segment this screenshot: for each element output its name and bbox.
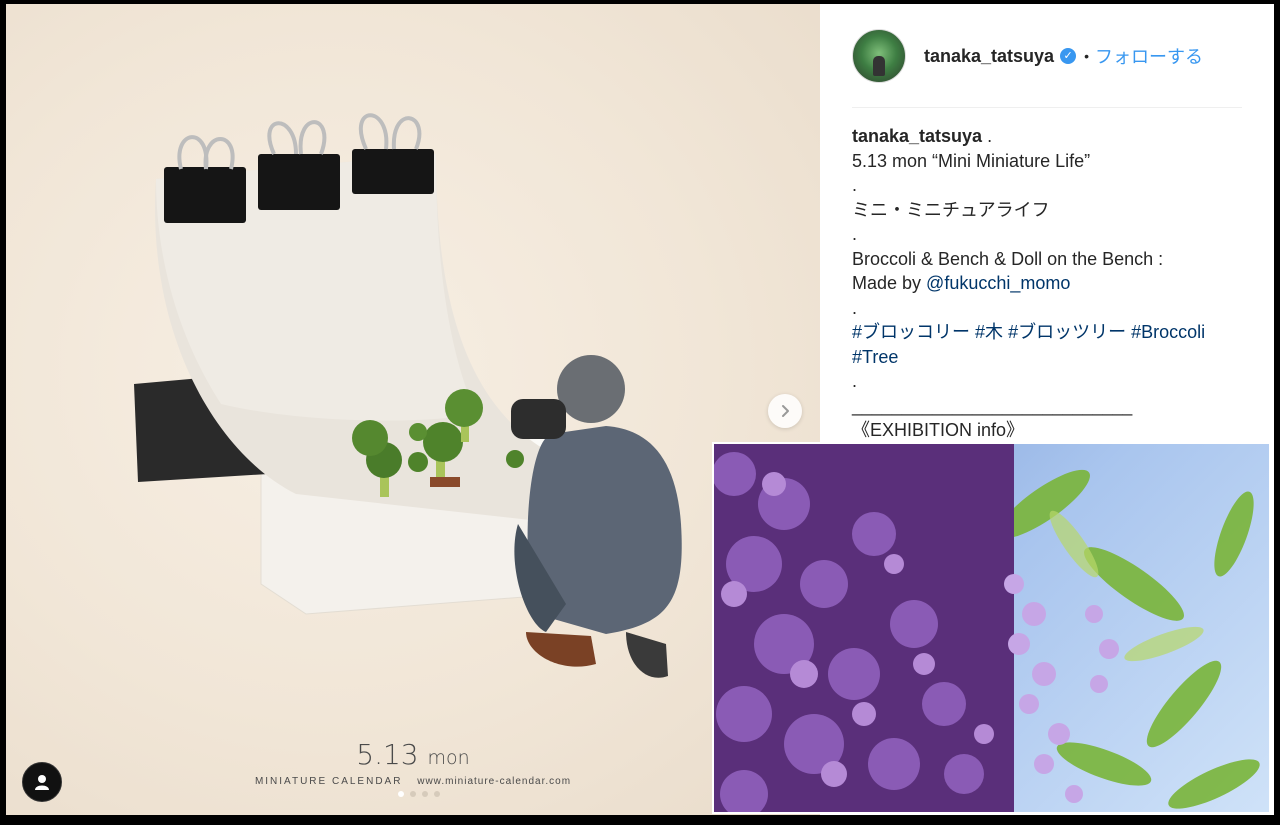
caption-line: 5.13 mon “Mini Miniature Life”: [852, 150, 1091, 171]
caption-line: .: [852, 297, 858, 318]
caption-line: .: [852, 371, 858, 391]
caption-rule: ____________________________: [852, 395, 1133, 416]
carousel-dot: [398, 791, 404, 797]
hashtag-link[interactable]: #木: [975, 322, 1003, 342]
header-divider: [852, 107, 1242, 108]
hashtag-link[interactable]: #ブロッコリー: [852, 322, 970, 342]
post-image[interactable]: 5.13 mon MINIATURE CALENDAR www.miniatur…: [6, 4, 820, 815]
profile-button[interactable]: [22, 762, 62, 802]
carousel-dot: [410, 791, 416, 797]
caption: tanaka_tatsuya . 5.13 mon “Mini Miniatur…: [852, 124, 1252, 443]
wisteria-image: [714, 444, 1260, 812]
calendar-brand: MINIATURE CALENDAR www.miniature-calenda…: [6, 776, 820, 787]
hashtag-link[interactable]: #Broccoli: [1131, 322, 1205, 342]
mention-link[interactable]: @fukucchi_momo: [926, 273, 1070, 293]
verified-icon: ✓: [1060, 48, 1077, 64]
header-username[interactable]: tanaka_tatsuya: [924, 46, 1054, 67]
caption-username[interactable]: tanaka_tatsuya: [852, 126, 982, 146]
follow-button[interactable]: フォローする: [1095, 43, 1203, 69]
carousel-dots: [398, 791, 440, 797]
chevron-right-icon: [782, 405, 789, 417]
caption-made-by-line: Made by @fukucchi_momo: [852, 271, 1252, 296]
hashtag-link[interactable]: #ブロッツリー: [1008, 322, 1126, 342]
calendar-date-number: 5.13: [356, 738, 419, 771]
caption-hashtags-2: #Tree: [852, 345, 1252, 370]
caption-exhibition: 《EXHIBITION info》: [852, 420, 1025, 440]
post-header: tanaka_tatsuya ✓ • フォローする: [852, 28, 1203, 84]
caption-line: Broccoli & Bench & Doll on the Bench :: [852, 248, 1164, 269]
header-separator: •: [1084, 48, 1089, 64]
caption-line: .: [852, 224, 858, 244]
calendar-date-day: mon: [427, 747, 470, 769]
calendar-date: 5.13 mon: [6, 738, 820, 771]
caption-hashtags-1: #ブロッコリー #木 #ブロッツリー #Broccoli: [852, 320, 1252, 345]
caption-line: ミニ・ミニチュアライフ: [852, 199, 1050, 220]
carousel-next-button[interactable]: [768, 394, 802, 428]
carousel-dot: [434, 791, 440, 797]
caption-username-suffix: .: [982, 126, 993, 146]
made-by-prefix: Made by: [852, 273, 927, 293]
caption-line: .: [852, 175, 858, 195]
calendar-brand-name: MINIATURE CALENDAR: [254, 776, 403, 787]
carousel-dot: [422, 791, 428, 797]
hashtag-link[interactable]: #Tree: [852, 347, 898, 367]
calendar-brand-url: www.miniature-calendar.com: [417, 776, 572, 787]
overlay-photo-wisteria: [712, 442, 1271, 814]
miniature-scene: [134, 113, 682, 678]
caption-author-line: tanaka_tatsuya .: [852, 124, 1252, 149]
avatar[interactable]: [852, 29, 906, 83]
profile-icon: [35, 775, 49, 790]
